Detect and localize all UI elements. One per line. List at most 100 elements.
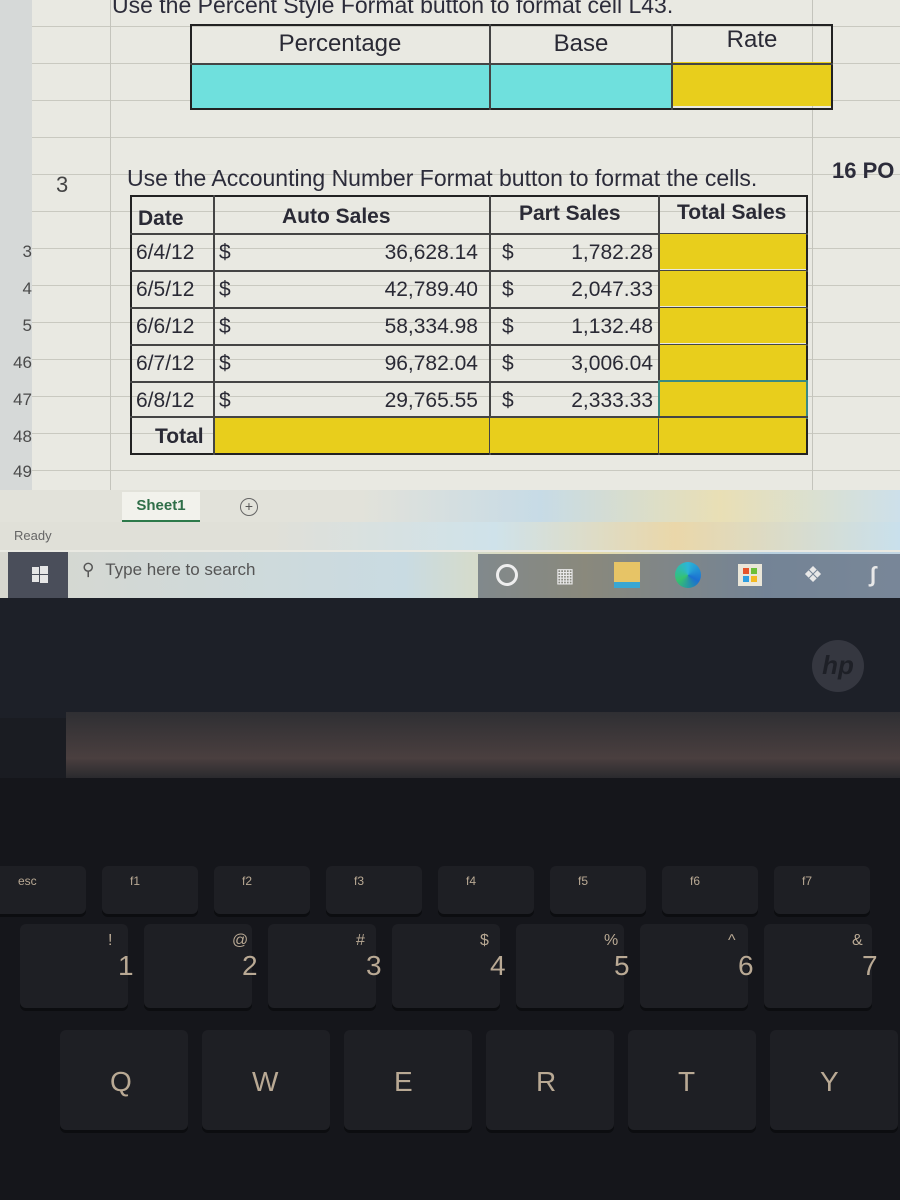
key-y[interactable]: Y [770,1030,898,1130]
store-icon[interactable] [735,560,765,590]
key-label: T [678,1066,696,1097]
part-sales-cell[interactable]: 1,132.48 [520,315,653,339]
key-7[interactable]: & 7 [764,924,878,1008]
total-sales-cell[interactable] [660,271,806,306]
key-f6[interactable]: f6 [662,866,758,914]
total-sales-cell[interactable] [660,308,806,343]
key-label: W [252,1066,279,1097]
currency-symbol: $ [502,389,514,412]
app-icon[interactable]: ∫ [858,560,888,590]
currency-symbol: $ [502,241,514,264]
key-label: 7 [862,950,878,981]
key-2[interactable]: @ 2 [144,924,258,1008]
date-cell[interactable]: 6/7/12 [136,352,194,376]
key-label: f7 [802,874,813,888]
key-f1[interactable]: f1 [102,866,198,914]
key-6[interactable]: ^ 6 [640,924,754,1008]
key-f5[interactable]: f5 [550,866,646,914]
total-sales-cell[interactable] [658,380,808,419]
key-e[interactable]: E [344,1030,472,1130]
table-line [489,24,491,110]
part-sales-cell[interactable]: 3,006.04 [520,352,653,376]
key-shift-label: ^ [728,932,736,949]
header-auto-sales: Auto Sales [282,205,391,228]
laptop-bezel [0,598,900,718]
key-4[interactable]: $ 4 [392,924,506,1008]
key-t[interactable]: T [628,1030,756,1130]
key-3[interactable]: # 3 [268,924,382,1008]
key-r[interactable]: R [486,1030,614,1130]
key-label: 5 [614,950,630,981]
total-sales-cell[interactable] [660,345,806,380]
currency-symbol: $ [502,352,514,375]
key-w[interactable]: W [202,1030,330,1130]
total-sales-cell[interactable] [660,234,806,269]
file-explorer-icon[interactable] [612,560,642,590]
dropbox-icon[interactable]: ❖ [798,560,828,590]
key-label: 1 [118,950,134,981]
key-esc[interactable]: esc [0,866,86,914]
total-auto-sales-cell[interactable] [215,417,489,453]
base-input-cell[interactable] [490,64,672,108]
part-sales-cell[interactable]: 1,782.28 [520,241,653,265]
column-divider [110,0,111,490]
points-label: 16 PO [832,158,895,183]
key-1[interactable]: ! 1 [20,924,134,1008]
auto-sales-cell[interactable]: 58,334.98 [300,315,478,339]
start-button[interactable] [8,552,68,598]
edge-icon[interactable] [673,560,703,590]
percentage-input-cell[interactable] [192,64,490,108]
date-cell[interactable]: 6/5/12 [136,278,194,302]
percent-instruction: Use the Percent Style Format button to f… [112,0,674,18]
date-cell[interactable]: 6/6/12 [136,315,194,339]
rate-input-cell[interactable] [672,62,831,106]
auto-sales-cell[interactable]: 42,789.40 [300,278,478,302]
sheet-tab-sheet1[interactable]: Sheet1 [122,492,200,522]
key-q[interactable]: Q [60,1030,188,1130]
key-label: f2 [242,874,253,888]
key-label: 4 [490,950,506,981]
row-number: 4 [22,279,32,298]
auto-sales-cell[interactable]: 36,628.14 [300,241,478,265]
taskbar-search[interactable]: ⚲ Type here to search [82,560,255,580]
currency-symbol: $ [502,278,514,301]
key-label: f1 [130,874,141,888]
key-label: f5 [578,874,589,888]
accounting-instruction: Use the Accounting Number Format button … [127,165,758,191]
status-text: Ready [14,528,52,543]
key-f4[interactable]: f4 [438,866,534,914]
percent-header-rate: Rate [726,26,778,53]
key-label: esc [18,874,37,888]
add-sheet-button[interactable]: + [240,498,258,516]
date-cell[interactable]: 6/8/12 [136,389,194,413]
row-number: 49 [13,462,32,481]
key-f2[interactable]: f2 [214,866,310,914]
total-total-sales-cell[interactable] [659,417,806,453]
percent-header-base: Base [553,30,609,57]
key-f7[interactable]: f7 [774,866,870,914]
header-part-sales: Part Sales [519,202,621,225]
part-sales-cell[interactable]: 2,333.33 [520,389,653,413]
table-line [130,416,808,418]
key-shift-label: & [852,932,863,949]
header-total-sales: Total Sales [677,201,787,224]
search-icon: ⚲ [82,560,95,579]
part-sales-cell[interactable]: 2,047.33 [520,278,653,302]
search-placeholder: Type here to search [105,560,256,579]
hp-logo: hp [812,640,864,692]
task-view-icon[interactable]: ▦ [550,560,580,590]
key-5[interactable]: % 5 [516,924,630,1008]
key-label: 3 [366,950,382,981]
date-cell[interactable]: 6/4/12 [136,241,194,265]
row-number: 48 [13,427,32,446]
key-label: f6 [690,874,701,888]
laptop-screen: Use the Percent Style Format button to f… [0,0,900,600]
auto-sales-cell[interactable]: 29,765.55 [300,389,478,413]
cortana-icon[interactable] [492,560,522,590]
key-shift-label: @ [232,932,249,949]
key-shift-label: ! [108,932,113,949]
key-f3[interactable]: f3 [326,866,422,914]
total-part-sales-cell[interactable] [490,417,658,453]
row-number: 46 [13,353,32,372]
auto-sales-cell[interactable]: 96,782.04 [300,352,478,376]
